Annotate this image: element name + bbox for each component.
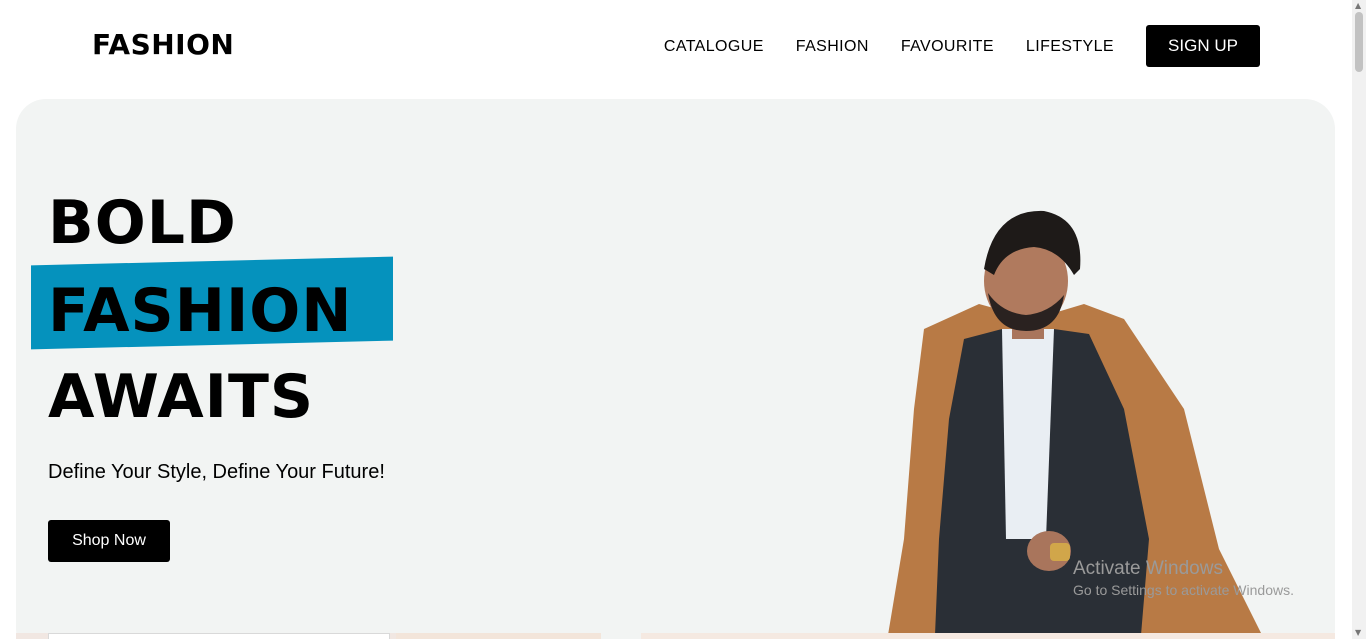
hero-headline-line-3: AWAITS — [48, 362, 315, 432]
shop-now-button[interactable]: Shop Now — [48, 520, 170, 562]
scroll-up-arrow-icon[interactable]: ▲ — [1355, 2, 1361, 10]
page-scrollbar[interactable]: ▲ ▼ — [1352, 0, 1366, 639]
hero-subtitle: Define Your Style, Define Your Future! — [48, 461, 385, 483]
nav-links: CATALOGUE FASHION FAVOURITE LIFESTYLE — [664, 37, 1114, 57]
next-section-card-edge — [48, 633, 390, 639]
next-section-preview-middle — [396, 633, 601, 639]
watermark-subtitle: Go to Settings to activate Windows. — [1073, 582, 1294, 598]
brand-logo[interactable]: FASHION — [92, 29, 234, 61]
hero-headline-line-1: BOLD — [48, 188, 237, 258]
watermark-title: Activate Windows — [1073, 558, 1223, 579]
hero-headline-line-2: FASHION — [48, 276, 353, 346]
scrollbar-thumb[interactable] — [1355, 12, 1363, 72]
nav-link-favourite[interactable]: FAVOURITE — [901, 37, 994, 57]
windows-activation-watermark: Activate Windows Go to Settings to activ… — [1073, 557, 1294, 599]
nav-link-catalogue[interactable]: CATALOGUE — [664, 37, 764, 57]
signup-button[interactable]: SIGN UP — [1146, 25, 1260, 67]
nav-link-fashion[interactable]: FASHION — [796, 37, 869, 57]
scroll-down-arrow-icon[interactable]: ▼ — [1355, 629, 1361, 637]
nav-link-lifestyle[interactable]: LIFESTYLE — [1026, 37, 1114, 57]
next-section-preview-right — [641, 633, 1335, 639]
navbar: FASHION CATALOGUE FASHION FAVOURITE LIFE… — [0, 0, 1352, 92]
